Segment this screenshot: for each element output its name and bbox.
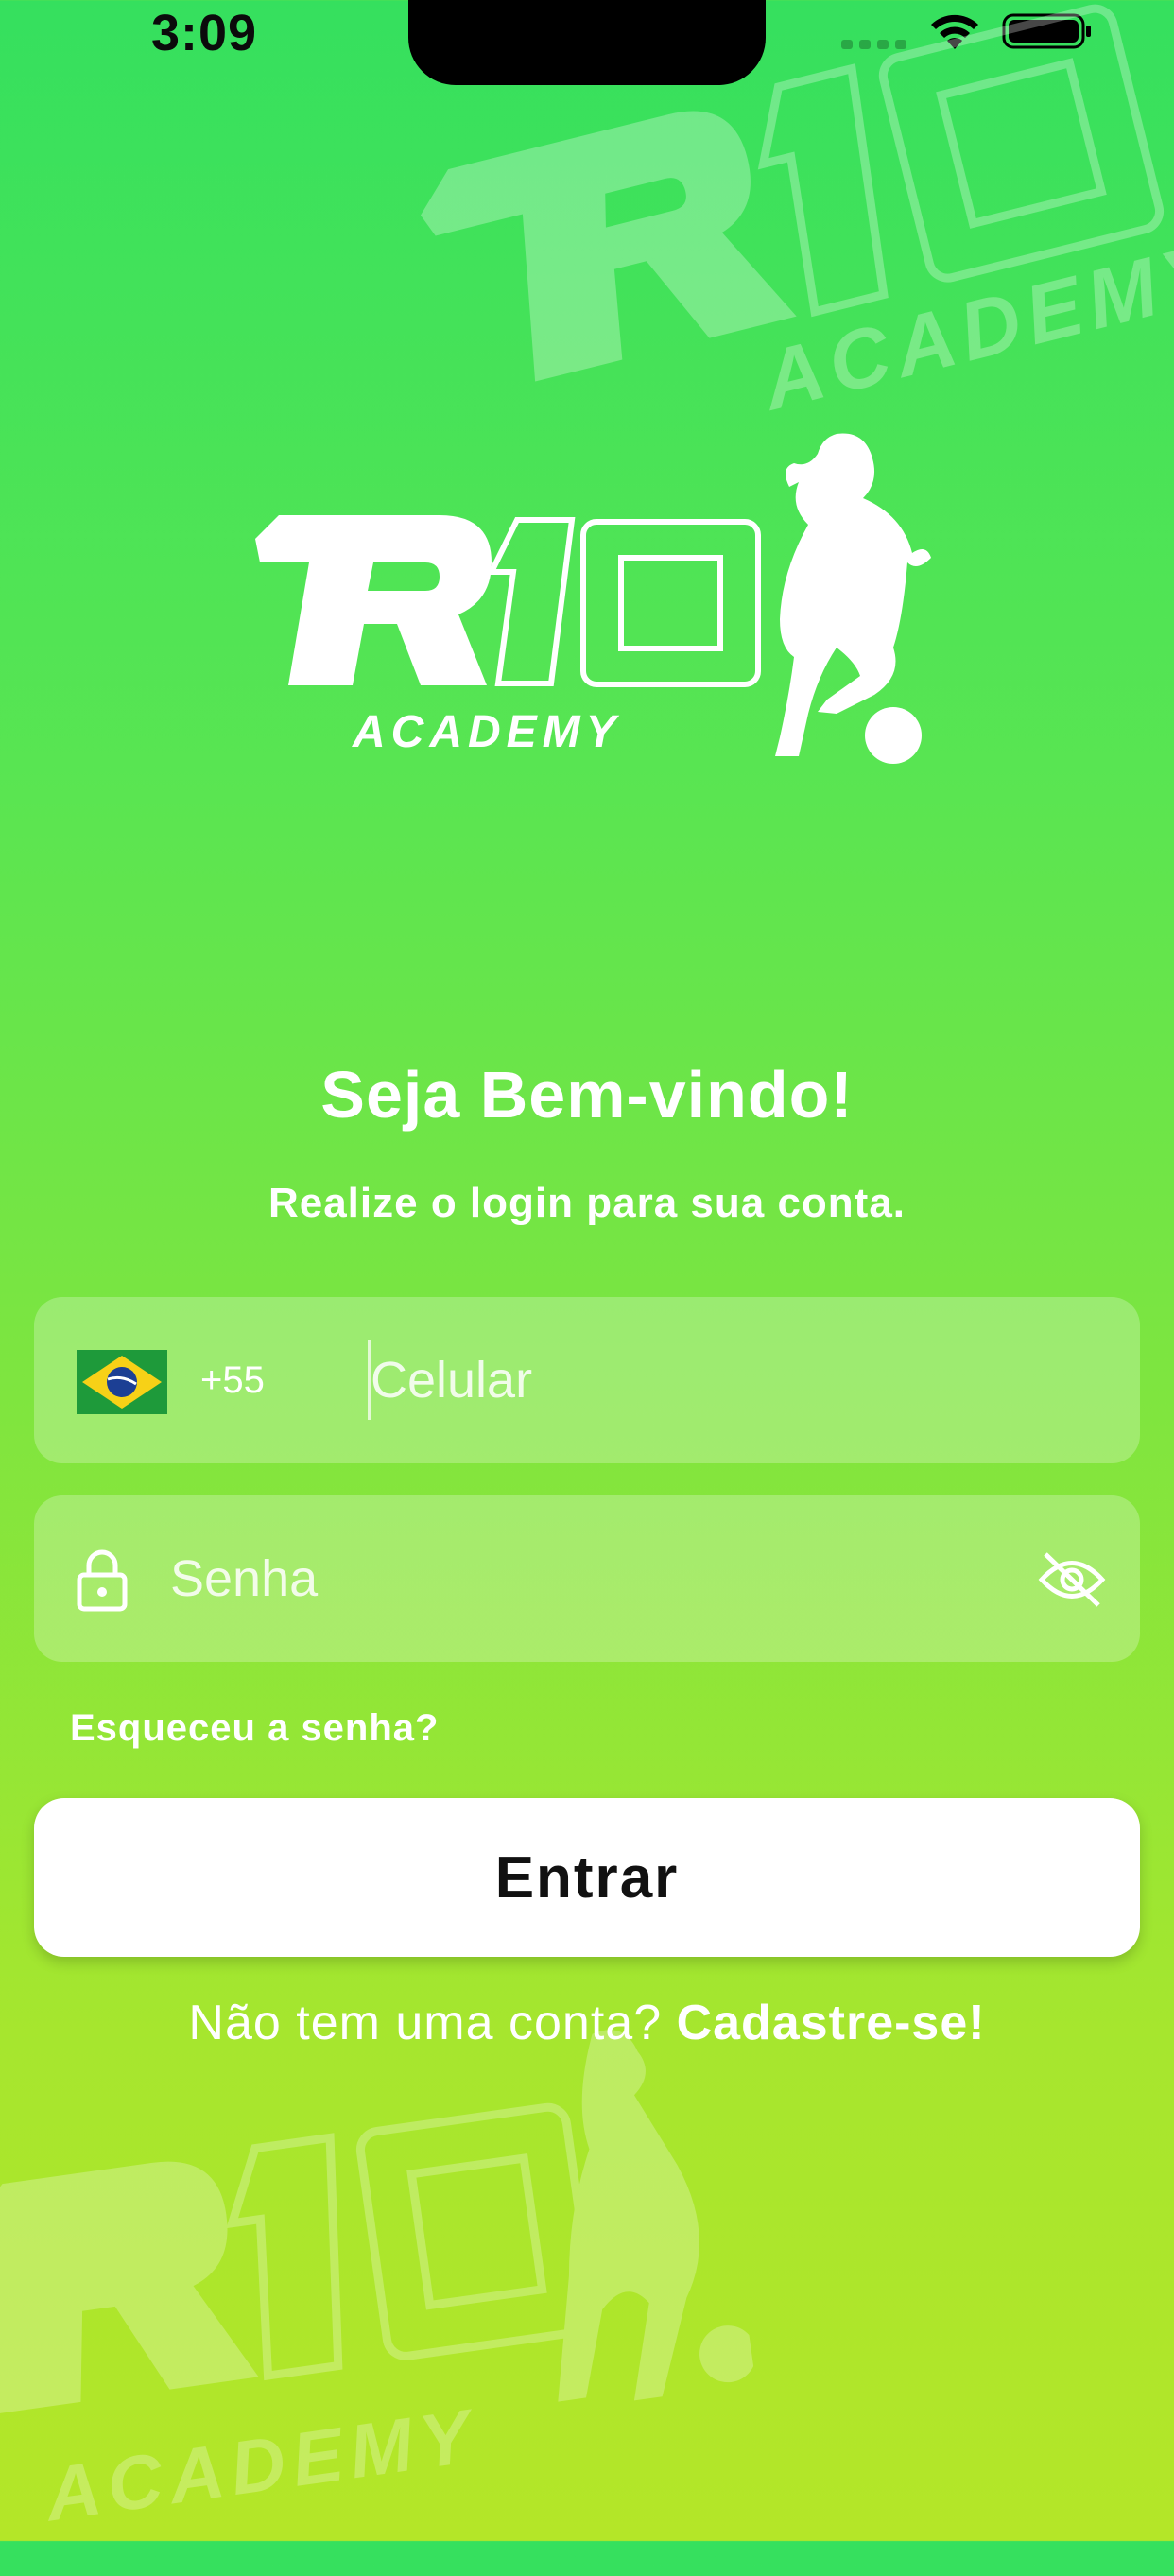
enter-button[interactable]: Entrar (34, 1798, 1140, 1957)
cellular-signal-icon (841, 40, 906, 49)
svg-text:ACADEMY: ACADEMY (39, 2393, 483, 2536)
signup-row: Não tem uma conta? Cadastre-se! (0, 1995, 1174, 2051)
background-logo-watermark-bottom: ACADEMY (0, 2030, 757, 2537)
password-field[interactable] (34, 1495, 1140, 1662)
forgot-password-link[interactable]: Esqueceu a senha? (70, 1707, 439, 1750)
phone-field[interactable]: +55 (34, 1297, 1140, 1463)
signup-link[interactable]: Cadastre-se! (677, 1996, 986, 2050)
eye-off-icon[interactable] (1038, 1550, 1106, 1609)
welcome-title: Seja Bem-vindo! (320, 1058, 854, 1132)
svg-text:ACADEMY: ACADEMY (751, 222, 1174, 428)
logo-academy-text: ACADEMY (352, 707, 622, 757)
lock-icon (77, 1549, 128, 1612)
wifi-icon (931, 14, 978, 49)
status-bar: 3:09 (0, 0, 1174, 85)
country-code[interactable]: +55 (200, 1359, 265, 1402)
battery-icon (1002, 13, 1091, 49)
camera-notch (408, 0, 766, 85)
r10-academy-logo: ACADEMY (255, 433, 931, 764)
welcome-subtitle: Realize o login para sua conta. (268, 1180, 906, 1226)
signup-prompt: Não tem uma conta? (188, 1996, 677, 2050)
phone-input[interactable] (371, 1333, 1108, 1427)
brazil-flag-icon[interactable] (77, 1350, 167, 1414)
password-input[interactable] (170, 1531, 1002, 1626)
status-time: 3:09 (151, 5, 258, 61)
